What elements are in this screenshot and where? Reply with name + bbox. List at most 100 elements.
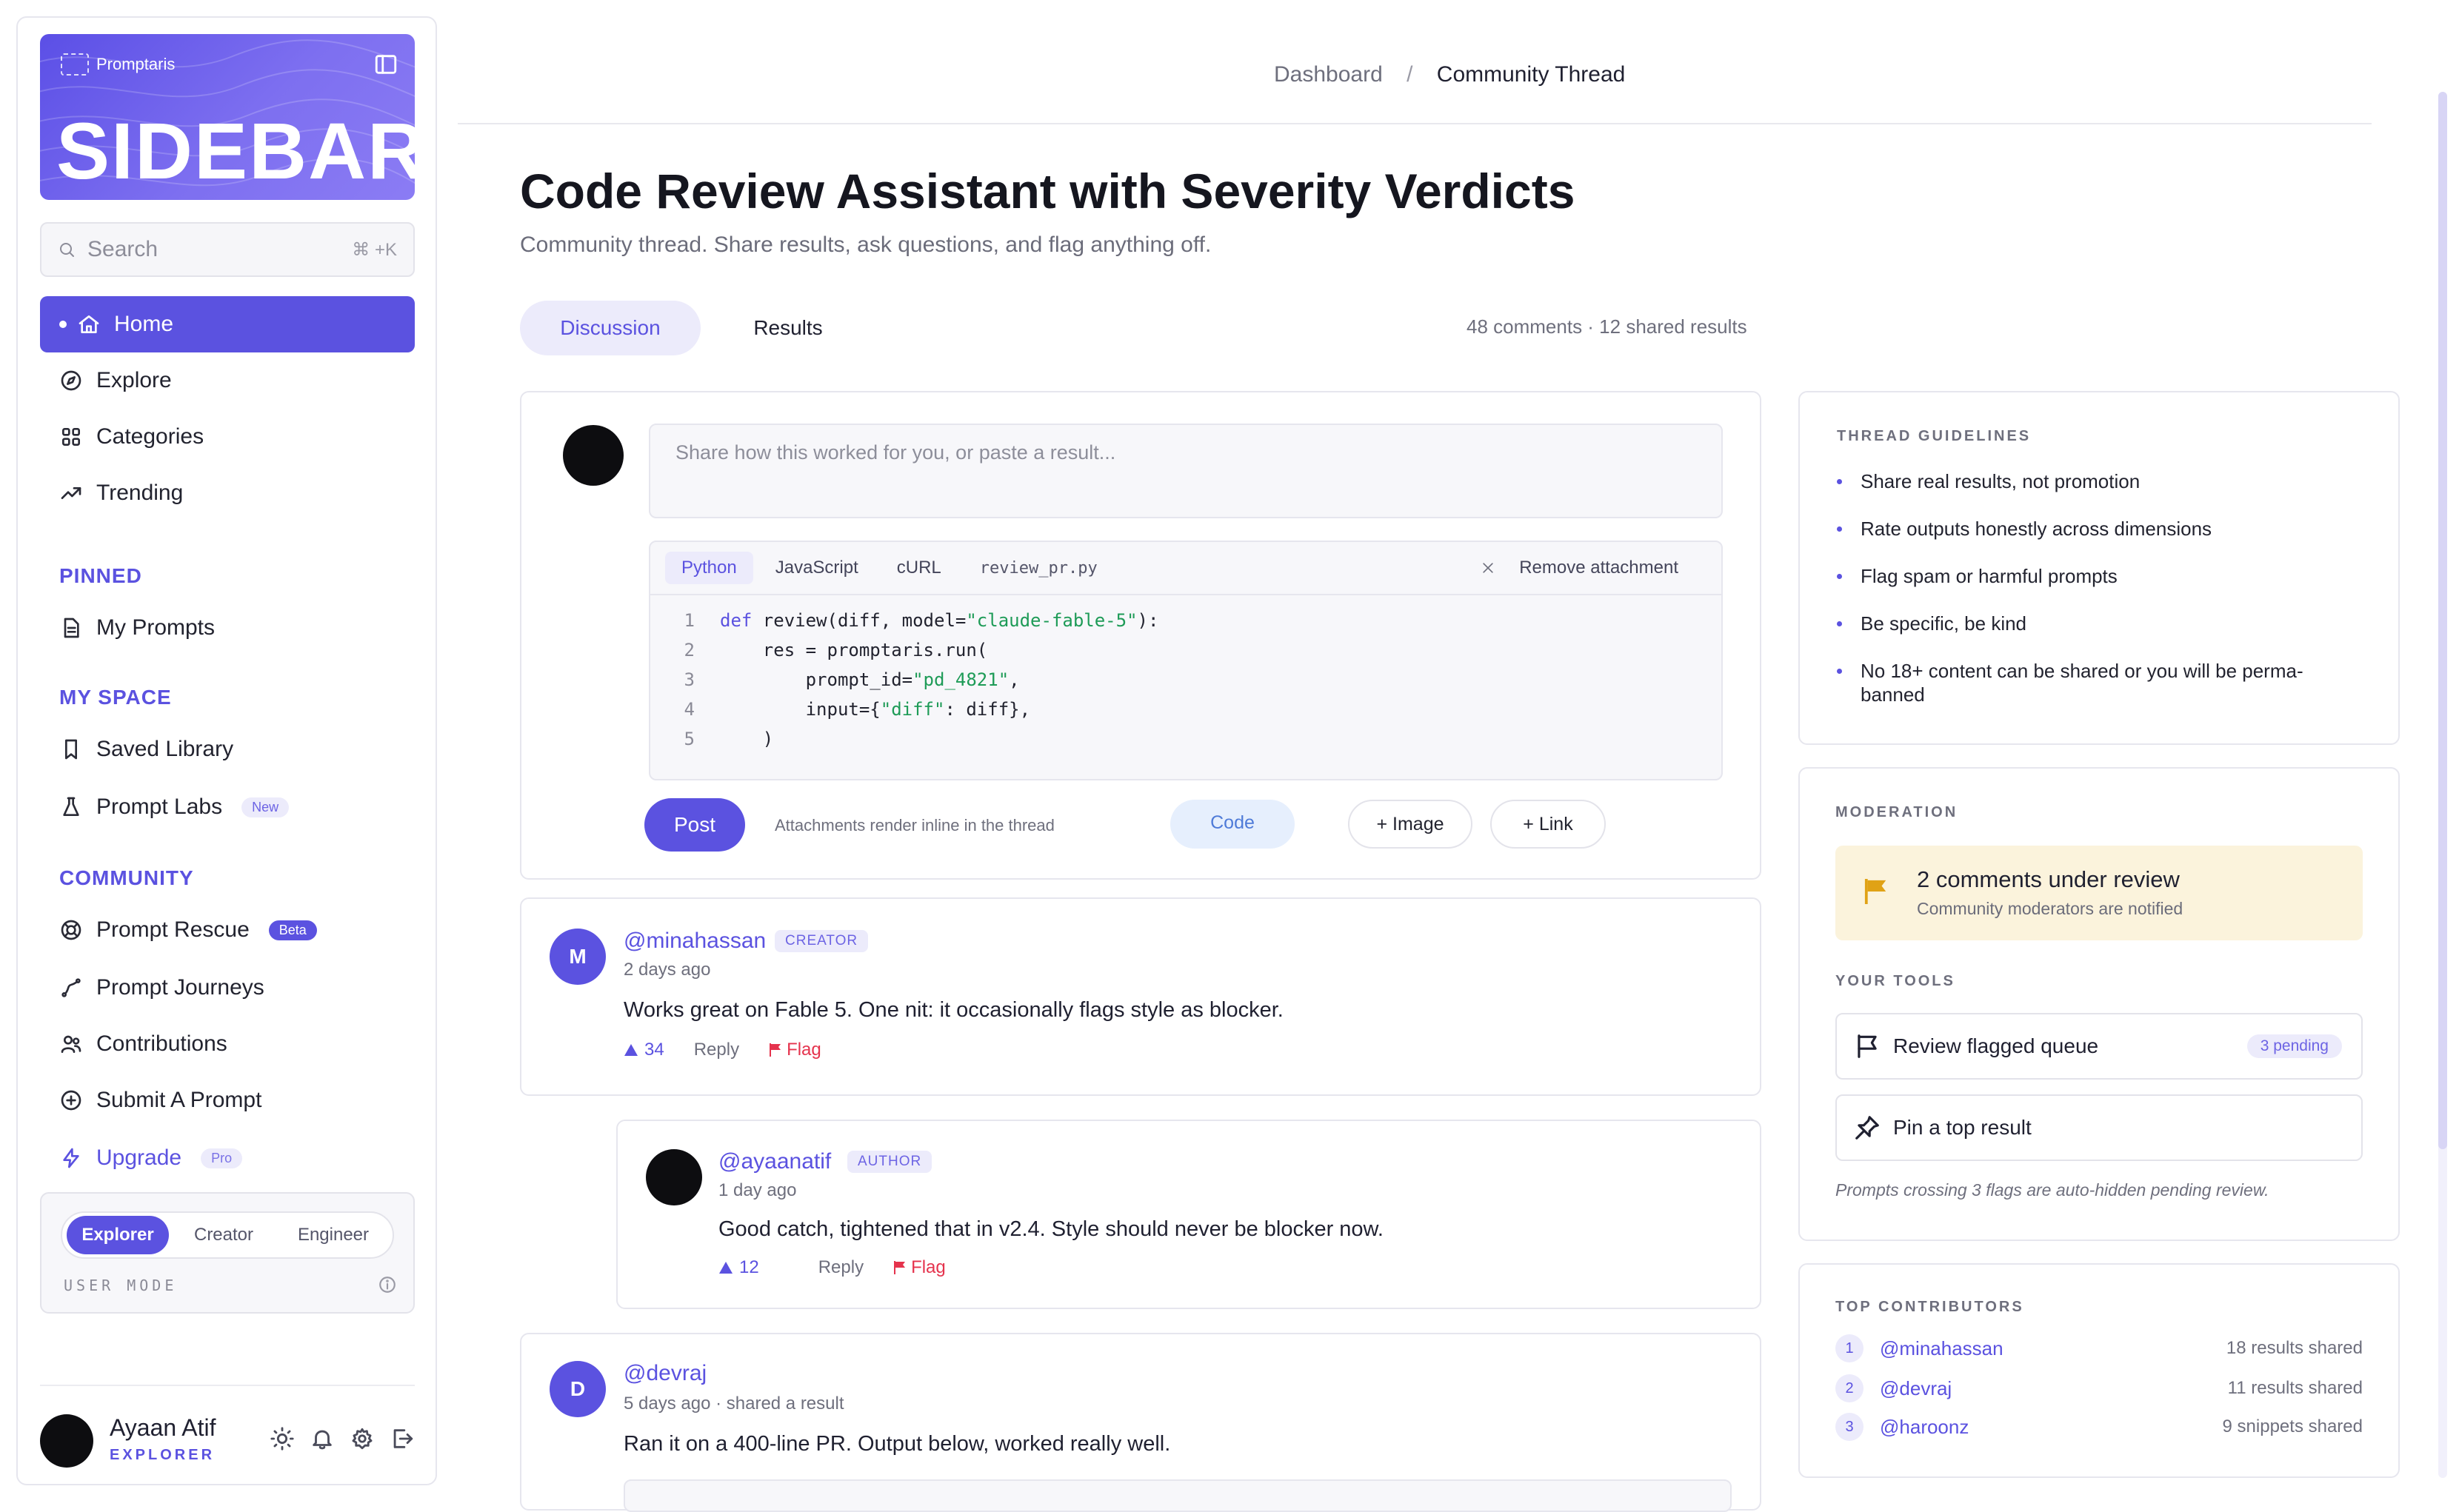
gear-icon[interactable] (350, 1426, 375, 1451)
sidebar-item-upgrade[interactable]: Upgrade Pro (40, 1130, 415, 1186)
tab-results[interactable]: Results (741, 301, 835, 355)
top-contributors-card: TOP CONTRIBUTORS 1 @minahassan 18 result… (1798, 1263, 2400, 1478)
code-file-name: review_pr.py (979, 558, 1098, 578)
sidebar-item-label: Prompt Labs (96, 795, 223, 819)
contributor-name[interactable]: @haroonz (1880, 1416, 1969, 1439)
vote-count: 34 (644, 1040, 664, 1060)
tab-discussion[interactable]: Discussion (520, 301, 701, 355)
list-item[interactable]: 3 @haroonz 9 snippets shared (1835, 1408, 2363, 1445)
search-shortcut: ⌘ +K (352, 239, 397, 260)
sidebar-item-label: Trending (96, 481, 184, 505)
code-chip-button[interactable]: Code (1170, 800, 1295, 849)
review-status[interactable]: 2 comments under review Community modera… (1835, 846, 2363, 940)
reply-button[interactable]: Reply (818, 1257, 864, 1278)
users-icon (61, 1035, 81, 1053)
comment-author[interactable]: @minahassan (624, 929, 766, 954)
list-item: Rate outputs honestly across dimensions (1837, 517, 2340, 541)
list-item[interactable]: 2 @devraj 11 results shared (1835, 1370, 2363, 1407)
user-role: EXPLORER (110, 1447, 216, 1463)
code-tab-curl[interactable]: cURL (881, 552, 958, 584)
comment-reply-card: @ayaanatif AUTHOR 1 day ago Good catch, … (616, 1120, 1761, 1309)
comment-author[interactable]: @ayaanatif (718, 1149, 831, 1174)
search-input[interactable]: Search ⌘ +K (40, 222, 415, 277)
sidebar-item-saved-library[interactable]: Saved Library (40, 721, 415, 777)
scrollbar-thumb[interactable] (2438, 92, 2447, 1149)
sidebar-item-label: My Prompts (96, 615, 216, 640)
sidebar-item-categories[interactable]: Categories (40, 409, 415, 465)
add-image-button[interactable]: + Image (1348, 800, 1472, 849)
upvote-icon (624, 1044, 638, 1056)
tools-label: YOUR TOOLS (1835, 973, 1955, 989)
flag-icon (1864, 879, 1886, 904)
post-button[interactable]: Post (644, 798, 745, 852)
sidebar-item-contributions[interactable]: Contributions (40, 1016, 415, 1072)
new-badge: New (241, 797, 290, 817)
avatar[interactable]: M (550, 929, 606, 985)
code-tab-python[interactable]: Python (665, 552, 753, 584)
thread-guidelines-card: THREAD GUIDELINES Share real results, no… (1798, 391, 2400, 745)
flag-label: Flag (911, 1257, 946, 1277)
contributor-name[interactable]: @devraj (1880, 1377, 1952, 1400)
sidebar-item-home[interactable]: Home (40, 296, 415, 352)
sidebar-item-prompt-labs[interactable]: Prompt Labs New (40, 779, 415, 835)
list-item: Share real results, not promotion (1837, 469, 2340, 493)
active-dot (59, 321, 67, 328)
mode-option-explorer[interactable]: Explorer (67, 1216, 169, 1254)
mode-option-engineer[interactable]: Engineer (278, 1216, 388, 1254)
remove-attachment-button[interactable]: Remove attachment (1464, 546, 1711, 590)
comment-input[interactable]: Share how this worked for you, or paste … (649, 424, 1723, 518)
code-tab-javascript[interactable]: JavaScript (759, 552, 875, 584)
logout-icon[interactable] (390, 1426, 415, 1451)
comment-composer: Share how this worked for you, or paste … (520, 391, 1761, 880)
list-item: Flag spam or harmful prompts (1837, 564, 2340, 588)
brand[interactable]: Promptaris (61, 53, 175, 76)
line-number: 4 (684, 699, 695, 720)
brand-name: Promptaris (96, 55, 176, 73)
list-item[interactable]: 1 @minahassan 18 results shared (1835, 1330, 2363, 1367)
plus-circle-icon (61, 1090, 81, 1111)
comment-text: Works great on Fable 5. One nit: it occa… (624, 998, 1284, 1022)
sidebar-collapse-icon[interactable] (373, 52, 398, 77)
flag-button[interactable]: Flag (893, 1257, 946, 1278)
reply-button[interactable]: Reply (694, 1040, 739, 1060)
sidebar-item-my-prompts[interactable]: My Prompts (40, 600, 415, 656)
code-language-tabs: Python JavaScript cURL review_pr.py Remo… (650, 542, 1721, 595)
sun-icon[interactable] (270, 1426, 295, 1451)
moderation-card: MODERATION 2 comments under review Commu… (1798, 767, 2400, 1241)
add-link-button[interactable]: + Link (1490, 800, 1606, 849)
close-icon (1483, 563, 1493, 573)
breadcrumb-dashboard[interactable]: Dashboard (1274, 62, 1383, 87)
brand-logo-icon (61, 53, 89, 76)
avatar[interactable] (646, 1149, 702, 1205)
contributor-name[interactable]: @minahassan (1880, 1337, 2003, 1360)
comment-text: Ran it on a 400-line PR. Output below, w… (624, 1432, 1171, 1456)
upvote-button[interactable]: 12 (718, 1257, 759, 1278)
bell-icon[interactable] (310, 1426, 335, 1451)
moderation-label: MODERATION (1835, 804, 1958, 820)
upvote-button[interactable]: 34 (624, 1040, 664, 1060)
review-flagged-queue-button[interactable]: Review flagged queue 3 pending (1835, 1013, 2363, 1080)
sidebar-item-label: Home (114, 312, 174, 336)
mode-option-creator[interactable]: Creator (169, 1216, 278, 1254)
pin-top-result-button[interactable]: Pin a top result (1835, 1094, 2363, 1161)
sidebar-item-submit-prompt[interactable]: Submit A Prompt (40, 1072, 415, 1128)
info-icon[interactable] (378, 1275, 397, 1294)
avatar[interactable] (40, 1414, 93, 1468)
sidebar-item-prompt-journeys[interactable]: Prompt Journeys (40, 960, 415, 1016)
flag-outline-icon (1858, 1034, 1877, 1058)
sidebar-item-trending[interactable]: Trending (40, 465, 415, 521)
sidebar-item-label: Upgrade (96, 1145, 182, 1170)
user-mode-toggle[interactable]: Explorer Creator Engineer (61, 1211, 394, 1259)
flag-button[interactable]: Flag (769, 1040, 821, 1060)
comment-author[interactable]: @devraj (624, 1361, 707, 1386)
comment-actions: 12 Reply Flag (718, 1257, 946, 1278)
sidebar-item-explore[interactable]: Explore (40, 352, 415, 409)
sidebar-item-prompt-rescue[interactable]: Prompt Rescue Beta (40, 902, 415, 958)
comment-card: D @devraj 5 days ago · shared a result R… (520, 1333, 1761, 1512)
beta-badge: Beta (268, 920, 317, 940)
line-number: 1 (684, 610, 695, 631)
tool-label: Pin a top result (1893, 1116, 2032, 1139)
code-line: 4 input={"diff": diff}, (650, 695, 1721, 724)
sidebar-item-label: Submit A Prompt (96, 1088, 262, 1112)
avatar[interactable]: D (550, 1361, 606, 1417)
